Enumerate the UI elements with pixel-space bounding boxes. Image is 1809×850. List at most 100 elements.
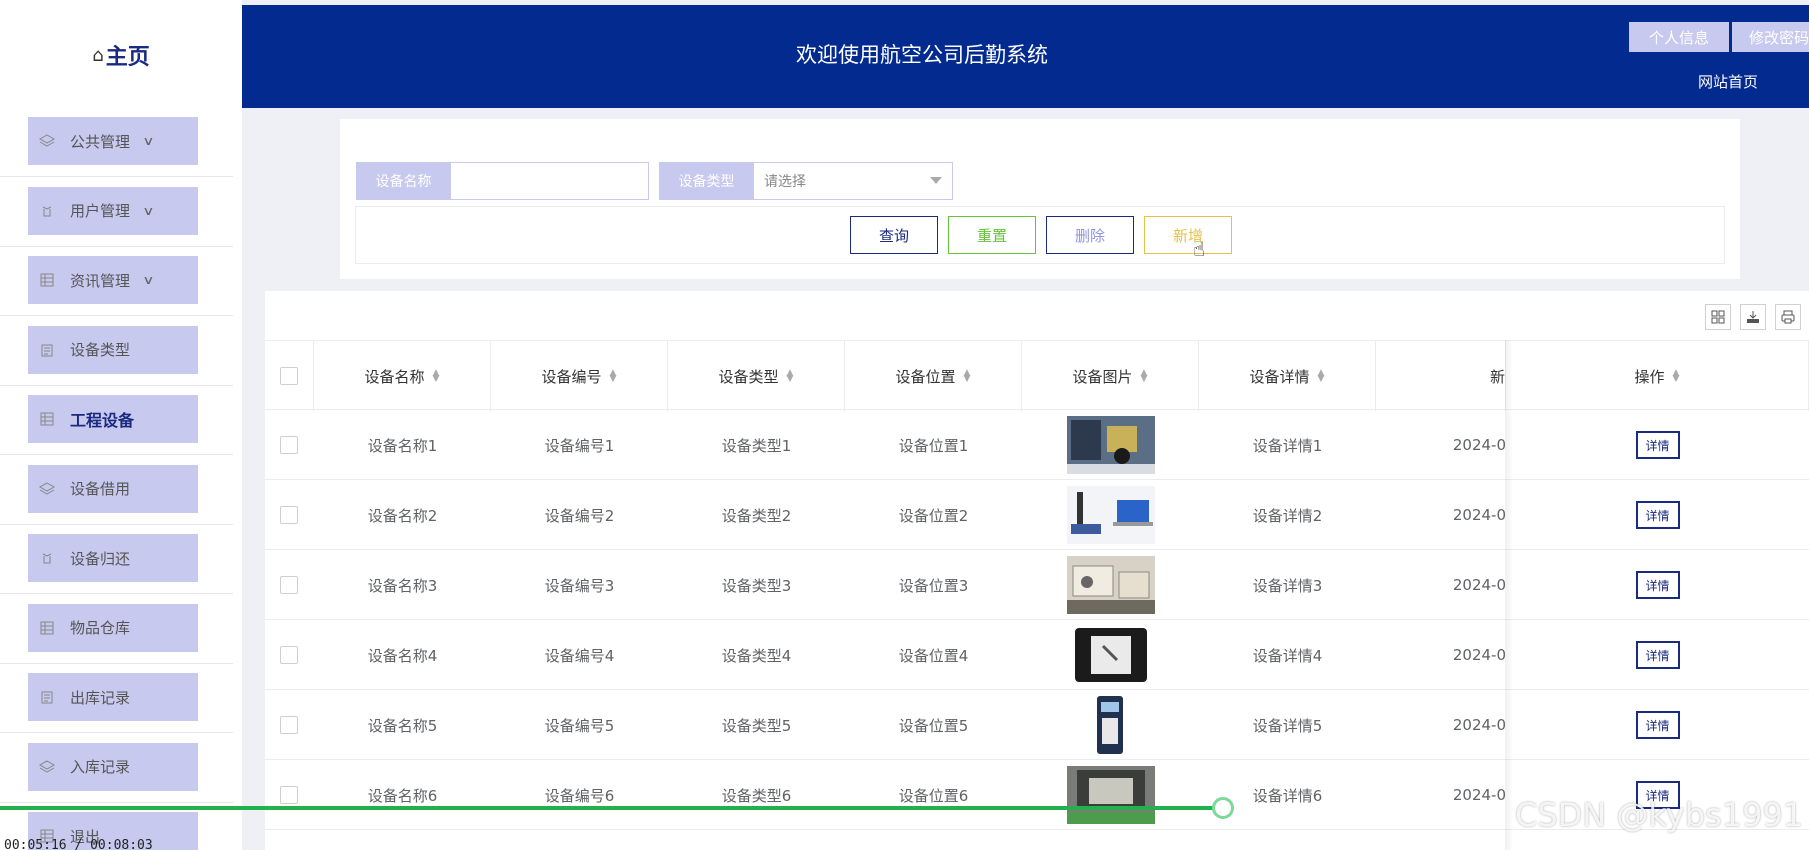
device-name-input[interactable]: [451, 162, 649, 200]
action-cell: 详情: [1506, 480, 1809, 550]
sidebar-item-2[interactable]: 用户管理 ∨: [28, 186, 198, 235]
sidebar-item-5[interactable]: 工程设备: [28, 395, 198, 443]
sort-icon[interactable]: ▲ ▼: [964, 369, 971, 384]
sidebar-item-6[interactable]: 设备借用: [28, 464, 198, 513]
column-header-3[interactable]: 设备类型 ▲ ▼: [668, 341, 845, 411]
column-header-7[interactable]: 新: [1376, 341, 1506, 411]
cell-date: 2024-0: [1452, 506, 1506, 524]
column-header-5[interactable]: 设备图片 ▲ ▼: [1022, 341, 1199, 411]
device-thumbnail: [1066, 626, 1155, 684]
row-checkbox[interactable]: [280, 506, 298, 524]
profile-button[interactable]: 个人信息: [1629, 22, 1729, 52]
column-header-4[interactable]: 设备位置 ▲ ▼: [845, 341, 1022, 411]
sidebar-item-10[interactable]: 入库记录: [28, 742, 198, 791]
row-detail-button[interactable]: 详情: [1635, 711, 1680, 739]
video-progress-bar[interactable]: [0, 806, 1224, 810]
column-header-label: 设备位置: [895, 367, 956, 386]
row-checkbox[interactable]: [280, 576, 298, 594]
row-detail-button[interactable]: 详情: [1635, 571, 1680, 599]
action-cell: 详情: [1506, 620, 1809, 690]
sort-icon[interactable]: ▲ ▼: [433, 369, 440, 384]
device-thumbnail: [1066, 696, 1155, 754]
cell-type: 设备类型1: [721, 436, 792, 455]
row-detail-button[interactable]: 详情: [1635, 501, 1680, 529]
delete-button[interactable]: 删除: [1046, 216, 1134, 254]
sidebar-item-label: 工程设备: [70, 411, 135, 430]
layers-icon: [38, 759, 56, 775]
reset-button[interactable]: 重置: [948, 216, 1036, 254]
change-password-button[interactable]: 修改密码: [1732, 22, 1809, 52]
chevron-down-icon: ∨: [142, 273, 155, 287]
cell-location: 设备位置6: [898, 786, 969, 805]
row-detail-button[interactable]: 详情: [1635, 431, 1680, 459]
cell-type: 设备类型2: [721, 506, 792, 525]
cell-location: 设备位置2: [898, 506, 969, 525]
column-header-1[interactable]: 设备名称 ▲ ▼: [314, 341, 491, 411]
column-header-8[interactable]: 操作 ▲ ▼: [1506, 341, 1809, 411]
print-icon[interactable]: [1775, 304, 1801, 330]
device-thumbnail: [1066, 556, 1155, 614]
add-button[interactable]: 新增: [1144, 216, 1232, 254]
layers-icon: [38, 481, 56, 497]
sidebar-item-row: 用户管理 ∨: [0, 178, 233, 247]
table-row: 设备名称5 设备编号5 设备类型5 设备位置5 设备详情5 2024-0 详情: [265, 690, 1809, 760]
row-detail-button[interactable]: 详情: [1635, 641, 1680, 669]
sidebar-item-row: 资讯管理 ∨: [0, 247, 233, 316]
sidebar-item-4[interactable]: 设备类型: [28, 325, 198, 374]
cell-name: 设备名称5: [367, 716, 438, 735]
cell-detail: 设备详情4: [1252, 646, 1323, 665]
row-checkbox[interactable]: [280, 646, 298, 664]
column-header-label: 设备详情: [1249, 367, 1310, 386]
sidebar-item-row: 设备归还: [0, 525, 233, 594]
search-panel: 设备名称 设备类型 请选择 查询 重置 删除 新增: [340, 119, 1740, 279]
device-image-cell: [1022, 410, 1199, 480]
sort-icon[interactable]: ▲ ▼: [1673, 369, 1680, 384]
row-select-cell: [265, 760, 314, 830]
site-home-link[interactable]: 网站首页: [1698, 71, 1758, 92]
cell-name: 设备名称6: [367, 786, 438, 805]
sidebar-item-label: 出库记录: [70, 688, 131, 707]
cell-detail: 设备详情2: [1252, 506, 1323, 525]
columns-icon[interactable]: [1705, 304, 1731, 330]
chevron-down-icon: ∨: [142, 203, 155, 218]
sort-icon[interactable]: ▲ ▼: [787, 369, 794, 384]
sidebar-item-3[interactable]: 资讯管理 ∨: [28, 256, 198, 304]
sidebar-item-7[interactable]: 设备归还: [28, 534, 198, 582]
column-header-label: 操作: [1634, 367, 1665, 386]
select-all-checkbox[interactable]: [280, 367, 298, 385]
cell-name: 设备名称3: [367, 576, 438, 595]
list-icon: [38, 411, 56, 427]
sidebar-item-label: 入库记录: [70, 758, 131, 776]
query-button[interactable]: 查询: [850, 216, 938, 254]
cell-name: 设备名称4: [367, 646, 438, 665]
sidebar-item-row: 出库记录: [0, 664, 233, 733]
cell-date: 2024-0: [1452, 716, 1506, 734]
cell-code: 设备编号3: [544, 576, 615, 595]
column-header-6[interactable]: 设备详情 ▲ ▼: [1199, 341, 1376, 411]
device-thumbnail: [1066, 416, 1155, 474]
home-logo-label: 主页: [105, 45, 150, 70]
sort-icon[interactable]: ▲ ▼: [610, 369, 617, 384]
row-checkbox[interactable]: [280, 786, 298, 804]
column-header-label: 设备图片: [1072, 367, 1133, 386]
column-header-2[interactable]: 设备编号 ▲ ▼: [491, 341, 668, 411]
sort-icon[interactable]: ▲ ▼: [1318, 369, 1325, 384]
export-icon[interactable]: [1740, 304, 1766, 330]
list-icon: [38, 620, 56, 636]
user-icon: [38, 550, 56, 566]
video-time: 00:05:16 / 00:08:03: [4, 838, 153, 850]
column-header-label: 设备编号: [541, 367, 602, 386]
device-type-placeholder: 请选择: [764, 174, 806, 190]
sidebar-item-row: 工程设备: [0, 386, 233, 455]
home-logo[interactable]: ⌂ 主页: [0, 6, 242, 104]
sidebar-item-9[interactable]: 出库记录: [28, 673, 198, 721]
device-type-select[interactable]: 请选择: [754, 162, 953, 200]
sidebar-item-8[interactable]: 物品仓库: [28, 603, 198, 652]
video-progress-handle[interactable]: [1211, 797, 1234, 819]
row-checkbox[interactable]: [280, 716, 298, 734]
sidebar-item-1[interactable]: 公共管理 ∨: [28, 117, 198, 165]
cell-name: 设备名称2: [367, 506, 438, 525]
column-header-label: 设备类型: [718, 367, 779, 386]
row-checkbox[interactable]: [280, 436, 298, 454]
sort-icon[interactable]: ▲ ▼: [1141, 369, 1148, 384]
